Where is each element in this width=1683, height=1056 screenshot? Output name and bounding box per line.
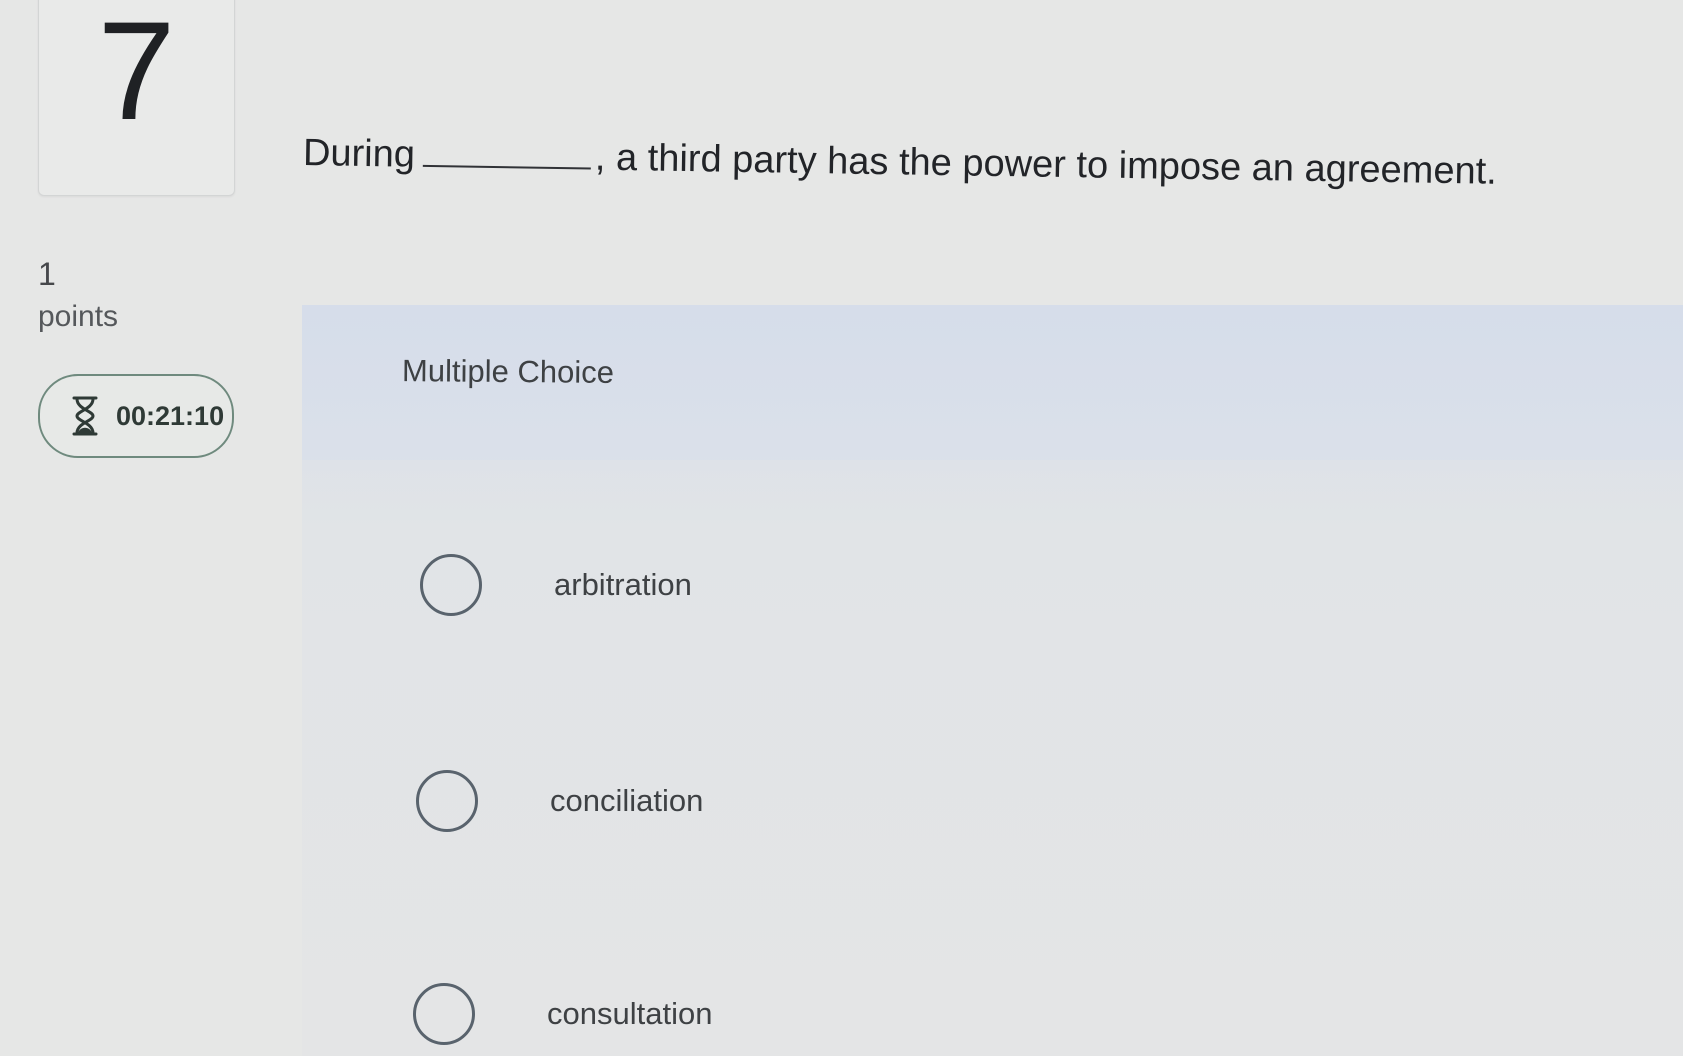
prompt-text-after: , a third party has the power to impose …: [594, 136, 1498, 193]
radio-button[interactable]: [413, 983, 475, 1045]
timer-badge[interactable]: 00:21:10: [38, 374, 234, 458]
option-consultation[interactable]: consultation: [413, 983, 712, 1045]
answer-blank: [422, 160, 591, 170]
question-number-card: 7: [38, 0, 235, 196]
hourglass-icon: [68, 394, 102, 438]
answer-panel: [302, 305, 1683, 1056]
timer-value: 00:21:10: [116, 400, 225, 431]
option-conciliation[interactable]: conciliation: [416, 770, 703, 832]
option-label: consultation: [547, 996, 713, 1031]
question-type-label: Multiple Choice: [401, 353, 615, 390]
question-number: 7: [97, 0, 176, 149]
radio-button[interactable]: [420, 554, 482, 616]
points-value: 1: [38, 256, 56, 292]
radio-button[interactable]: [416, 770, 478, 832]
question-prompt: During , a third party has the power to i…: [303, 132, 1497, 194]
option-arbitration[interactable]: arbitration: [420, 554, 692, 616]
option-label: conciliation: [550, 783, 704, 818]
points-label: points: [38, 300, 119, 333]
prompt-text-before: During: [302, 132, 416, 176]
option-label: arbitration: [554, 567, 692, 602]
